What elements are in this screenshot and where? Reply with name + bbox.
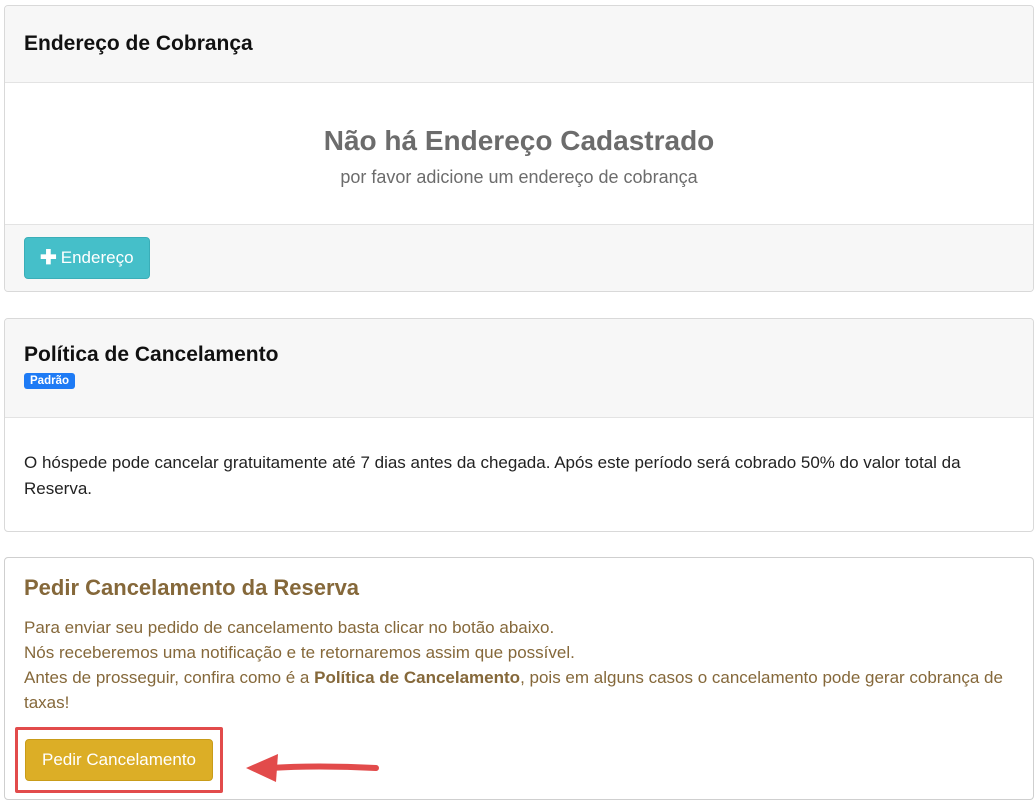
- cancellation-policy-title: Política de Cancelamento: [24, 343, 279, 366]
- add-address-button[interactable]: ✚ Endereço: [24, 237, 150, 279]
- cancel-text-line-2: Nós receberemos uma notificação e te ret…: [24, 643, 575, 662]
- plus-icon: ✚: [40, 247, 57, 269]
- add-address-label: Endereço: [60, 248, 134, 267]
- red-arrow-icon: [246, 754, 379, 782]
- cancellation-policy-reference: Política de Cancelamento: [314, 668, 521, 687]
- request-cancellation-text: Para enviar seu pedido de cancelamento b…: [5, 601, 1033, 715]
- cancel-text-line-3-prefix: Antes de prosseguir, confira como é a: [24, 668, 315, 687]
- cancel-text-line-1: Para enviar seu pedido de cancelamento b…: [24, 618, 555, 637]
- request-cancellation-button[interactable]: Pedir Cancelamento: [25, 739, 213, 781]
- cancel-text-line-3: Antes de prosseguir, confira como é a Po…: [24, 665, 1014, 715]
- billing-address-footer: ✚ Endereço: [5, 224, 1033, 291]
- billing-address-title: Endereço de Cobrança: [24, 32, 253, 55]
- request-cancellation-title: Pedir Cancelamento da Reserva: [24, 575, 360, 600]
- default-badge: Padrão: [24, 373, 75, 389]
- billing-address-card: Endereço de Cobrança Não há Endereço Cad…: [4, 5, 1034, 292]
- cancellation-policy-card: Política de Cancelamento Padrão O hósped…: [4, 318, 1034, 532]
- cancellation-policy-header: Política de Cancelamento Padrão: [5, 319, 1033, 418]
- billing-address-header: Endereço de Cobrança: [5, 6, 1033, 83]
- cancellation-policy-description: O hóspede pode cancelar gratuitamente at…: [24, 453, 961, 498]
- empty-address-title: Não há Endereço Cadastrado: [323, 125, 715, 156]
- empty-address-state: Não há Endereço Cadastrado por favor adi…: [5, 83, 1033, 224]
- empty-address-subtitle: por favor adicione um endereço de cobran…: [340, 167, 698, 187]
